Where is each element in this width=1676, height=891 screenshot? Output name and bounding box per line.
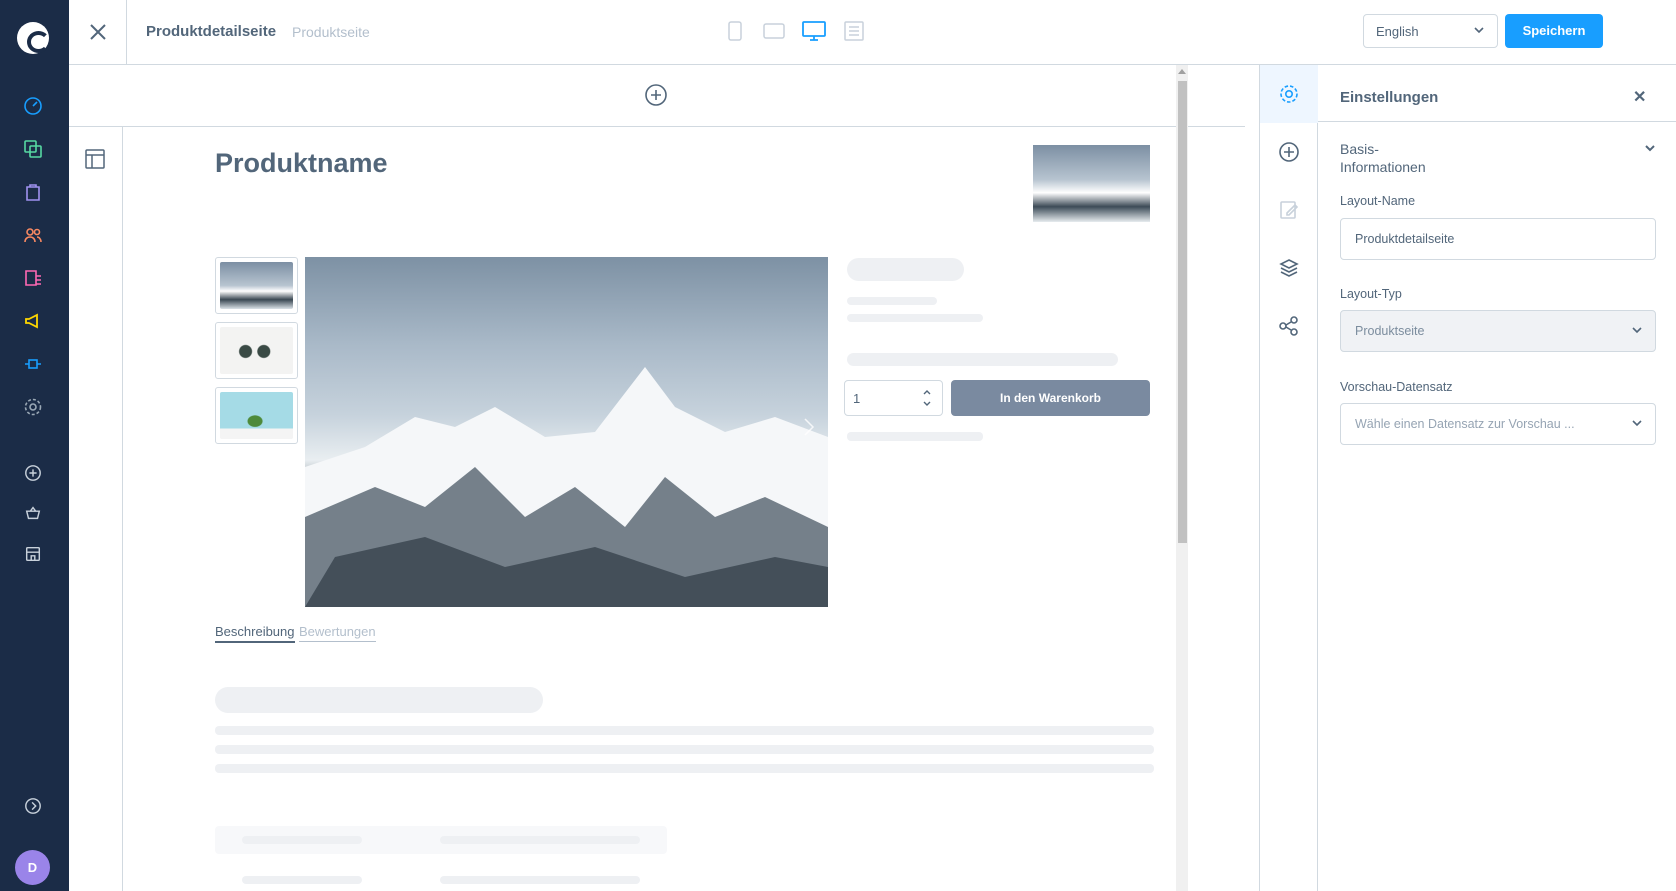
skeleton-heading (215, 687, 543, 713)
content-icon[interactable] (22, 267, 44, 289)
skeleton-line (242, 836, 362, 844)
basket-icon[interactable] (22, 502, 44, 524)
page-title: Produktdetailseite (146, 23, 277, 40)
chevron-down-icon (1473, 24, 1485, 39)
panel-header: Einstellungen ✕ (1318, 65, 1676, 122)
mountain-illustration (305, 367, 828, 607)
storefront-icon[interactable] (22, 543, 44, 565)
edit-tab-icon[interactable] (1260, 181, 1318, 239)
add-section-bar (69, 65, 1245, 127)
catalog-icon[interactable] (22, 138, 44, 160)
quantity-stepper[interactable]: 1 (844, 380, 943, 416)
marketing-icon[interactable] (22, 310, 44, 332)
skeleton-line (242, 876, 362, 884)
add-section-icon[interactable] (644, 83, 668, 112)
shopware-logo[interactable] (17, 22, 50, 54)
settings-icon[interactable] (22, 396, 44, 418)
section-title[interactable]: Basis-Informationen (1340, 140, 1450, 176)
skeleton-line (847, 353, 1118, 366)
page-subtitle: Produktseite (292, 24, 370, 40)
preview-placeholder: Wähle einen Datensatz zur Vorschau ... (1355, 417, 1575, 431)
customers-icon[interactable] (22, 224, 44, 246)
product-name: Produktname (215, 148, 388, 178)
chevron-down-icon[interactable] (1644, 141, 1656, 159)
add-block-tab-icon[interactable] (1260, 123, 1318, 181)
layout-name-value: Produktdetailseite (1355, 232, 1455, 246)
top-bar: Produktdetailseite Produktseite English … (69, 0, 1676, 65)
quantity-value: 1 (853, 391, 861, 406)
gallery-thumbnail[interactable] (215, 257, 298, 314)
panel-title: Einstellungen (1340, 89, 1439, 106)
close-panel-icon[interactable]: ✕ (1633, 87, 1646, 107)
main-navigation: D (0, 0, 69, 891)
skeleton-line (215, 726, 1154, 735)
desktop-device-icon[interactable] (801, 20, 827, 42)
skeleton-price (847, 258, 964, 281)
mobile-device-icon[interactable] (722, 20, 748, 42)
chevron-right-icon[interactable] (803, 417, 815, 442)
layout-type-value: Produktseite (1355, 324, 1425, 338)
close-icon[interactable] (69, 0, 127, 64)
add-to-cart-button[interactable]: In den Warenkorb (951, 380, 1150, 416)
skeleton-line (440, 836, 640, 844)
skeleton-line (440, 876, 640, 884)
gallery-thumbnail[interactable] (215, 322, 298, 379)
skeleton-line (215, 745, 1154, 754)
dashboard-icon[interactable] (22, 95, 44, 117)
sidebar-tabs (1259, 65, 1318, 891)
layout-type-label: Layout-Typ (1340, 287, 1402, 301)
layers-tab-icon[interactable] (1260, 239, 1318, 297)
scrollbar-thumb[interactable] (1178, 81, 1187, 543)
product-main-image (305, 257, 828, 607)
language-value: English (1376, 24, 1419, 39)
avatar[interactable]: D (15, 850, 50, 885)
preview-label: Vorschau-Datensatz (1340, 380, 1453, 394)
skeleton-line (847, 297, 937, 305)
skeleton-line (847, 432, 983, 441)
chevron-down-icon (1631, 417, 1643, 432)
layout-name-field[interactable]: Produktdetailseite (1340, 218, 1656, 260)
manufacturer-image (1033, 145, 1150, 222)
preview-dataset-select[interactable]: Wähle einen Datensatz zur Vorschau ... (1340, 403, 1656, 445)
layout-name-label: Layout-Name (1340, 194, 1416, 208)
thumbnail-plant-image (220, 392, 293, 439)
tablet-device-icon[interactable] (761, 20, 787, 42)
save-button[interactable]: Speichern (1505, 14, 1603, 48)
settings-tab-icon[interactable] (1260, 65, 1318, 123)
settings-panel: Einstellungen ✕ Basis-Informationen Layo… (1318, 65, 1676, 891)
share-tab-icon[interactable] (1260, 297, 1318, 355)
thumbnail-mountain-image (220, 262, 293, 309)
skeleton-line (847, 314, 983, 322)
orders-icon[interactable] (22, 181, 44, 203)
thumbnail-sunglasses-image (220, 327, 293, 374)
language-select[interactable]: English (1363, 14, 1498, 48)
canvas-scrollbar[interactable] (1176, 65, 1188, 891)
skeleton-table (215, 826, 667, 854)
section-layout-icon[interactable] (85, 149, 105, 174)
layout-type-select[interactable]: Produktseite (1340, 310, 1656, 352)
collapse-icon[interactable] (22, 795, 44, 817)
gallery-thumbnail[interactable] (215, 387, 298, 444)
scroll-up-arrow-icon[interactable] (1178, 69, 1186, 74)
stepper-arrows-icon[interactable] (922, 386, 932, 413)
chevron-down-icon (1631, 324, 1643, 339)
section-sidebar (69, 127, 123, 891)
plus-circle-icon[interactable] (22, 462, 44, 484)
form-view-icon[interactable] (841, 20, 867, 42)
tab-bewertungen[interactable]: Bewertungen (299, 624, 376, 642)
extensions-icon[interactable] (22, 353, 44, 375)
skeleton-line (215, 764, 1154, 773)
tab-beschreibung[interactable]: Beschreibung (215, 624, 295, 643)
